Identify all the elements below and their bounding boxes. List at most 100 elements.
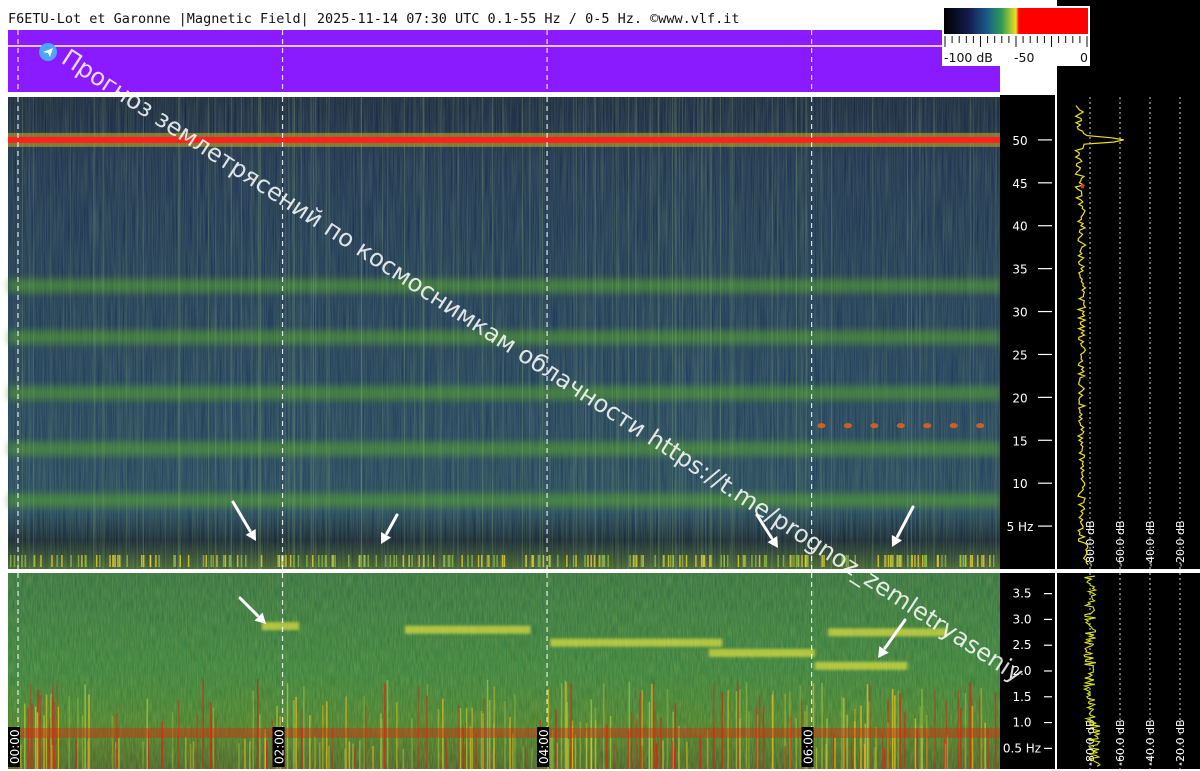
signal-dot [870,423,879,429]
low-freq-burst [112,555,114,567]
low-freq-burst [408,555,410,567]
low-freq-burst [202,555,205,567]
vertical-streak [277,97,279,569]
vertical-streak [658,97,660,569]
vertical-streak [328,97,330,569]
low-freq-burst [720,555,723,567]
low-freq-burst [567,739,570,769]
vertical-streak [583,97,585,569]
low-freq-burst [359,740,361,769]
low-freq-burst [669,555,672,567]
low-freq-burst [640,555,643,567]
low-freq-burst [660,717,662,769]
low-freq-burst [486,555,489,567]
time-tick-label: 00:00 [8,729,22,764]
low-freq-burst [982,555,985,567]
low-freq-burst [384,683,386,769]
vertical-streak [700,97,702,569]
vertical-streak [831,97,833,569]
vertical-streak [438,97,440,569]
vertical-streak [919,97,921,569]
low-freq-burst [27,707,30,769]
low-freq-burst [782,555,785,567]
vertical-streak [70,97,72,569]
vertical-streak [93,97,95,569]
colorbar-ticks [944,36,1088,47]
low-freq-burst [791,555,793,567]
vertical-streak [635,97,637,569]
low-freq-burst [317,555,320,567]
low-freq-burst [907,555,909,567]
vertical-streak [179,97,181,569]
low-freq-burst [464,744,467,769]
low-freq-burst [937,555,939,567]
low-freq-burst [49,747,51,769]
vertical-streak [32,97,34,569]
chart-title: F6ETU-Lot et Garonne |Magnetic Field| 20… [8,8,940,30]
low-freq-burst [367,555,369,567]
low-freq-burst [77,555,80,567]
spectrogram-screen: 5 Hz 10 15 20 25 30 35 40 45 50 0.5 Hz 1.0 1.5 2.0 2.… [0,0,1200,771]
low-freq-burst [493,555,495,567]
time-tick-label: 04:00 [537,729,551,764]
low-freq-burst [81,555,83,567]
low-freq-burst [654,555,656,567]
vertical-streak [118,97,120,569]
y-tick-label: 45 [1012,177,1027,191]
vertical-streak [697,97,699,569]
low-freq-burst [524,746,527,769]
low-freq-burst [914,718,917,769]
vertical-streak [94,97,96,569]
y-tick-label: 35 [1012,263,1027,277]
low-freq-burst [821,682,823,769]
vertical-streak [453,97,455,569]
vertical-streak [669,97,671,569]
low-freq-burst [99,555,101,567]
low-freq-burst [739,718,741,769]
low-freq-burst [509,716,511,769]
low-freq-burst [758,555,761,567]
low-freq-burst [283,555,285,567]
vertical-streak [674,97,676,569]
low-freq-burst [111,715,114,769]
low-freq-burst [941,555,943,567]
vertical-streak [911,97,913,569]
low-freq-burst [119,555,121,567]
low-freq-burst [417,686,420,769]
low-freq-burst [118,737,120,769]
vertical-streak [563,97,565,569]
vertical-streak [529,97,531,569]
vertical-streak [22,97,24,569]
spectrum-db-label: -20.0 dB [1174,720,1187,767]
upper-separator [8,92,1055,97]
low-freq-burst [260,555,263,567]
low-freq-burst [756,714,759,769]
low-freq-burst [360,555,362,567]
low-freq-burst [482,713,484,769]
vertical-streak [611,97,613,569]
low-freq-burst [319,742,321,769]
low-freq-burst [185,736,187,769]
low-freq-burst [672,555,674,567]
low-freq-burst [75,739,77,769]
low-freq-burst [418,555,420,567]
low-freq-burst [411,718,413,769]
low-freq-burst [570,683,572,769]
low-freq-burst [737,555,740,567]
low-freq-burst [278,555,281,567]
low-freq-burst [926,715,928,769]
purple-header-strip [8,30,1000,92]
low-freq-burst [155,555,157,567]
vertical-streak [128,97,130,569]
vertical-streak [420,97,422,569]
low-freq-burst [590,555,592,567]
y-tick-label: 1.0 [1012,716,1031,730]
low-freq-burst [389,555,392,567]
low-freq-burst [537,555,540,567]
low-freq-burst [29,683,32,769]
low-freq-burst [461,555,463,567]
low-freq-burst [212,707,215,769]
low-freq-burst [277,555,279,567]
low-freq-burst [531,555,533,567]
y-tick-label: 10 [1012,477,1027,491]
